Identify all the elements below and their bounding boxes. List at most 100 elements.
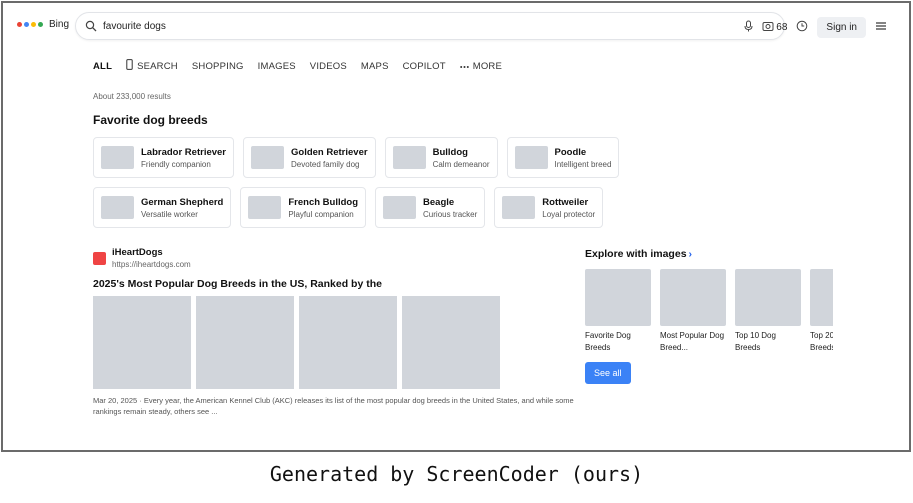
result-image[interactable] bbox=[196, 296, 294, 389]
tab-label: IMAGES bbox=[257, 60, 296, 72]
search-tools bbox=[743, 19, 774, 37]
logo-dot-red bbox=[17, 22, 22, 27]
microphone-icon[interactable] bbox=[743, 19, 754, 37]
explore-image bbox=[810, 269, 833, 326]
breed-description: Loyal protector bbox=[542, 209, 596, 219]
sign-in-button[interactable]: Sign in bbox=[817, 17, 866, 38]
breed-card-french-bulldog[interactable]: French Bulldog Playful companion bbox=[240, 187, 367, 228]
explore-caption: Top 10 Dog Breeds bbox=[735, 331, 776, 352]
logo-dot-blue bbox=[24, 22, 29, 27]
explore-caption: Top 20 Dog Breeds bbox=[810, 331, 833, 352]
breed-name: Bulldog bbox=[432, 146, 468, 158]
explore-image bbox=[660, 269, 726, 326]
footer-caption: Generated by ScreenCoder (ours) bbox=[269, 462, 644, 486]
browser-frame: Bing favourite dogs 68 Sign in ALL SEARC… bbox=[1, 1, 911, 452]
tab-label: MORE bbox=[472, 60, 503, 72]
result-image[interactable] bbox=[93, 296, 191, 389]
search-icon bbox=[85, 20, 97, 32]
tab-all[interactable]: ALL bbox=[93, 61, 112, 72]
breed-card-labrador-retriever[interactable]: Labrador Retriever Friendly companion bbox=[93, 137, 235, 178]
breed-card-rottweiler[interactable]: Rottweiler Loyal protector bbox=[494, 187, 604, 228]
tab-search[interactable]: SEARCH bbox=[126, 59, 178, 73]
breed-thumbnail bbox=[248, 196, 282, 219]
site-url: https://iheartdogs.com bbox=[112, 260, 191, 269]
breed-card-bulldog[interactable]: Bulldog Calm demeanor bbox=[384, 137, 498, 178]
search-input[interactable]: favourite dogs bbox=[103, 21, 166, 32]
tab-label: MAPS bbox=[360, 60, 389, 72]
explore-item[interactable]: Favorite Dog Breeds bbox=[585, 269, 651, 354]
explore-item[interactable]: Most Popular Dog Breed... bbox=[660, 269, 726, 354]
tab-videos[interactable]: VIDEOS bbox=[310, 61, 347, 72]
result-title-link[interactable]: 2025's Most Popular Dog Breeds in the US… bbox=[93, 278, 583, 290]
breed-name: Poodle bbox=[554, 146, 587, 158]
rewards-count[interactable]: 68 bbox=[776, 22, 787, 33]
breed-thumbnail bbox=[101, 146, 134, 169]
breed-thumbnail bbox=[514, 146, 548, 169]
tab-label: VIDEOS bbox=[309, 60, 347, 72]
tab-maps[interactable]: MAPS bbox=[361, 61, 389, 72]
result-source[interactable]: iHeartDogs https://iheartdogs.com bbox=[93, 247, 583, 269]
explore-images-panel: Explore with images › Favorite Dog Breeds… bbox=[585, 248, 833, 384]
tab-label: SEARCH bbox=[137, 60, 178, 72]
search-result: iHeartDogs https://iheartdogs.com 2025's… bbox=[93, 247, 583, 417]
tab-label: COPILOT bbox=[402, 60, 446, 72]
explore-item[interactable]: Top 20 Dog Breeds bbox=[810, 269, 833, 354]
explore-image bbox=[585, 269, 651, 326]
tab-images[interactable]: IMAGES bbox=[258, 61, 296, 72]
tab-shopping[interactable]: SHOPPING bbox=[192, 61, 244, 72]
tab-more[interactable]: MORE bbox=[459, 60, 503, 72]
chevron-right-icon: › bbox=[688, 248, 693, 260]
tab-label: SHOPPING bbox=[191, 60, 244, 72]
result-snippet: Mar 20, 2025 · Every year, the American … bbox=[93, 396, 574, 416]
breed-thumbnail bbox=[392, 146, 426, 169]
breed-description: Versatile worker bbox=[141, 209, 198, 219]
visual-search-icon[interactable] bbox=[762, 19, 774, 37]
breed-description: Intelligent breed bbox=[554, 159, 612, 169]
explore-title-link[interactable]: Explore with images › bbox=[585, 248, 833, 260]
explore-caption: Most Popular Dog Breed... bbox=[660, 331, 725, 352]
breed-card-poodle[interactable]: Poodle Intelligent breed bbox=[506, 137, 620, 178]
explore-caption: Favorite Dog Breeds bbox=[585, 331, 631, 352]
breed-name: Rottweiler bbox=[542, 196, 589, 208]
search-tabs: ALL SEARCH SHOPPING IMAGES VIDEOS MAPS C… bbox=[93, 59, 502, 73]
breed-description: Playful companion bbox=[288, 209, 354, 219]
clock-icon[interactable] bbox=[796, 19, 808, 37]
logo-text: Bing bbox=[49, 19, 70, 30]
site-favicon-icon bbox=[93, 252, 106, 265]
breed-card-german-shepherd[interactable]: German Shepherd Versatile worker bbox=[93, 187, 232, 228]
breed-card-golden-retriever[interactable]: Golden Retriever Devoted family dog bbox=[243, 137, 376, 178]
breed-name: French Bulldog bbox=[288, 196, 359, 208]
breed-thumbnail bbox=[383, 196, 417, 219]
tab-copilot[interactable]: COPILOT bbox=[403, 61, 446, 72]
result-image[interactable] bbox=[402, 296, 500, 389]
breed-description: Curious tracker bbox=[423, 209, 478, 219]
breeds-section-title: Favorite dog breeds bbox=[93, 113, 208, 127]
explore-item[interactable]: Top 10 Dog Breeds bbox=[735, 269, 801, 354]
search-box[interactable]: favourite dogs bbox=[75, 12, 785, 40]
see-all-button[interactable]: See all bbox=[585, 362, 631, 384]
tab-label: ALL bbox=[93, 60, 113, 72]
breed-name: Labrador Retriever bbox=[141, 146, 227, 158]
hamburger-menu-icon[interactable] bbox=[875, 19, 887, 37]
logo-dot-yellow bbox=[31, 22, 36, 27]
result-images bbox=[93, 296, 583, 389]
bing-logo[interactable]: Bing bbox=[17, 19, 69, 30]
more-dots-icon bbox=[459, 61, 469, 72]
logo-dot-green bbox=[38, 22, 43, 27]
breed-card-beagle[interactable]: Beagle Curious tracker bbox=[375, 187, 486, 228]
breed-thumbnail bbox=[251, 146, 285, 169]
breed-name: German Shepherd bbox=[141, 196, 224, 208]
header-actions: 68 Sign in bbox=[776, 17, 887, 38]
breed-name: Beagle bbox=[423, 196, 455, 208]
phone-icon bbox=[126, 59, 133, 73]
results-count: About 233,000 results bbox=[93, 92, 171, 101]
explore-image bbox=[735, 269, 801, 326]
result-image[interactable] bbox=[299, 296, 397, 389]
breed-cards: Labrador Retriever Friendly companion Gol… bbox=[93, 137, 633, 237]
breed-thumbnail bbox=[502, 196, 536, 219]
site-name: iHeartDogs bbox=[112, 247, 163, 258]
breed-description: Calm demeanor bbox=[432, 159, 490, 169]
top-bar: Bing favourite dogs 68 Sign in bbox=[3, 3, 909, 49]
breed-thumbnail bbox=[101, 196, 134, 219]
breed-description: Friendly companion bbox=[141, 159, 211, 169]
